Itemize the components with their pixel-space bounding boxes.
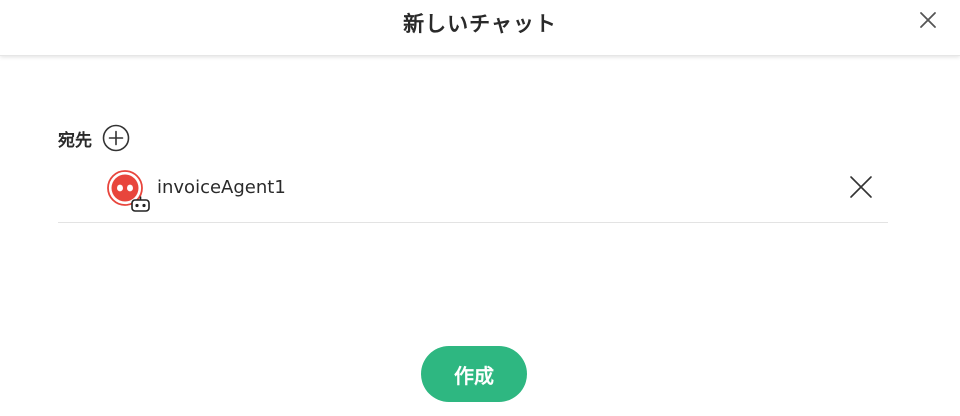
bot-avatar-icon xyxy=(107,170,150,212)
dialog-title: 新しいチャット xyxy=(403,12,557,36)
recipients-label: 宛先 xyxy=(58,130,92,151)
recipient-name: invoiceAgent1 xyxy=(157,177,286,198)
recipients-header: 宛先 xyxy=(58,124,130,152)
close-icon[interactable] xyxy=(916,8,940,32)
remove-recipient-button[interactable] xyxy=(848,174,874,200)
recipient-item: invoiceAgent1 xyxy=(58,166,888,223)
add-recipient-button[interactable] xyxy=(102,124,130,152)
dialog-header: 新しいチャット xyxy=(0,0,960,56)
create-button[interactable]: 作成 xyxy=(421,346,527,402)
